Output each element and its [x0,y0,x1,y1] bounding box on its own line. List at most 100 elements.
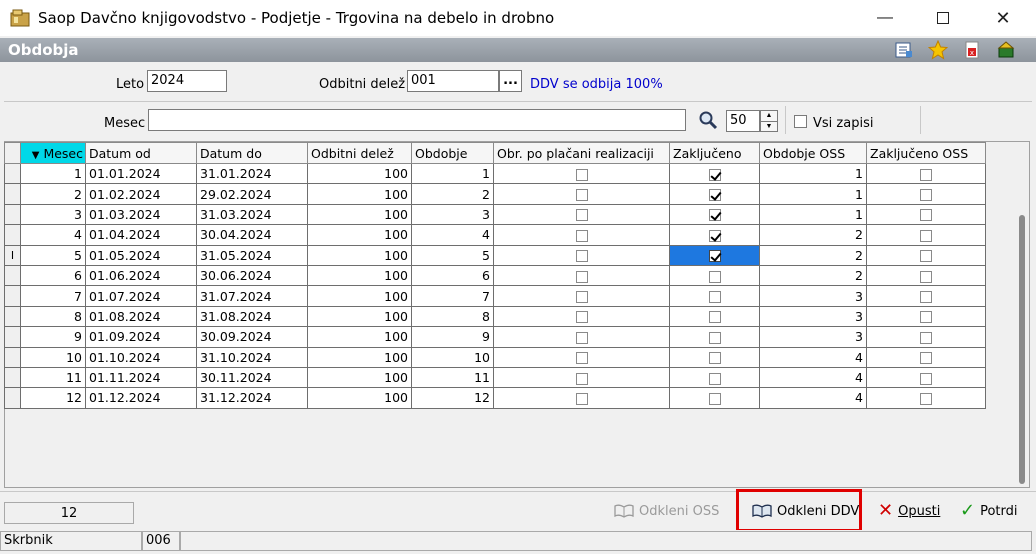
cell-obdobje-oss[interactable]: 4 [759,366,867,389]
column-header-odbitni-delez[interactable]: Odbitni delež [307,142,412,164]
checkbox[interactable] [708,229,721,242]
cell-obdobje[interactable]: 8 [411,305,494,328]
cell-datum-do[interactable]: 29.02.2024 [196,183,308,205]
cell-obdobje[interactable]: 9 [411,326,494,348]
cell-odbitni-delez[interactable]: 100 [307,387,412,409]
table-row[interactable]: 3 01.03.2024 31.03.2024 100 3 1 [4,203,986,226]
cell-zakljuceno-oss-checkbox[interactable] [866,366,986,389]
cell-mesec[interactable]: 9 [20,326,86,348]
checkbox[interactable] [575,189,588,202]
column-header-obr-po-placani[interactable]: Obr. po plačani realizaciji [493,142,670,164]
cell-mesec[interactable]: 7 [20,285,86,307]
checkbox[interactable] [920,352,932,365]
cell-odbitni-delez[interactable]: 100 [307,326,412,348]
cell-odbitni-delez[interactable]: 100 [307,162,412,185]
cell-obdobje-oss[interactable]: 3 [759,285,867,307]
cell-datum-do[interactable]: 30.09.2024 [196,326,308,348]
checkbox[interactable] [708,311,721,324]
checkbox[interactable] [575,352,588,365]
checkbox[interactable] [708,168,721,181]
checkbox[interactable] [708,250,721,263]
cell-obdobje-oss[interactable]: 2 [759,264,867,287]
checkbox[interactable] [708,352,721,365]
cell-obdobje[interactable]: 7 [411,285,494,307]
checkbox[interactable] [575,250,588,263]
cell-zakljuceno-oss-checkbox[interactable] [866,346,986,368]
row-indicator[interactable]: I [4,244,21,266]
cell-odbitni-delez[interactable]: 100 [307,183,412,205]
row-indicator[interactable] [4,387,21,409]
cell-obdobje[interactable]: 5 [411,244,494,266]
cell-mesec[interactable]: 2 [20,183,86,205]
cell-datum-do[interactable]: 30.11.2024 [196,366,308,389]
cell-obdobje[interactable]: 4 [411,224,494,246]
cell-obr-checkbox[interactable] [493,387,670,409]
cell-obdobje-oss[interactable]: 1 [759,183,867,205]
checkbox[interactable] [920,372,932,385]
cell-obdobje[interactable]: 2 [411,183,494,205]
cell-zakljuceno-oss-checkbox[interactable] [866,326,986,348]
checkbox[interactable] [920,229,932,242]
column-header-zakljuceno[interactable]: Zaključeno [669,142,760,164]
cell-zakljuceno-oss-checkbox[interactable] [866,203,986,226]
cell-obdobje[interactable]: 10 [411,346,494,368]
cell-obdobje-oss[interactable]: 2 [759,244,867,266]
cell-obdobje-oss[interactable]: 1 [759,203,867,226]
list-settings-icon[interactable] [894,40,914,60]
cell-zakljuceno-checkbox[interactable] [669,183,760,205]
cell-datum-od[interactable]: 01.05.2024 [85,244,197,266]
cell-zakljuceno-checkbox[interactable] [669,305,760,328]
checkbox[interactable] [575,372,588,385]
cell-obdobje[interactable]: 1 [411,162,494,185]
checkbox[interactable] [708,372,721,385]
checkbox[interactable] [708,270,721,283]
cell-zakljuceno-checkbox[interactable] [669,203,760,226]
table-row[interactable]: 8 01.08.2024 31.08.2024 100 8 3 [4,305,986,328]
table-row[interactable]: 10 01.10.2024 31.10.2024 100 10 4 [4,346,986,368]
checkbox[interactable] [575,392,588,405]
cell-obr-checkbox[interactable] [493,162,670,185]
cell-obr-checkbox[interactable] [493,285,670,307]
cell-obr-checkbox[interactable] [493,346,670,368]
cell-odbitni-delez[interactable]: 100 [307,305,412,328]
cell-mesec[interactable]: 1 [20,162,86,185]
cell-zakljuceno-checkbox[interactable] [669,244,760,266]
cell-obr-checkbox[interactable] [493,264,670,287]
checkbox[interactable] [920,392,932,405]
cell-zakljuceno-oss-checkbox[interactable] [866,162,986,185]
cell-odbitni-delez[interactable]: 100 [307,264,412,287]
vsi-zapisi-checkbox[interactable] [794,115,807,128]
row-indicator[interactable] [4,183,21,205]
cell-obdobje-oss[interactable]: 3 [759,305,867,328]
close-button[interactable]: ✕ [980,0,1026,36]
cell-odbitni-delez[interactable]: 100 [307,244,412,266]
exit-door-icon[interactable] [996,40,1016,60]
checkbox[interactable] [920,291,932,304]
cell-datum-od[interactable]: 01.11.2024 [85,366,197,389]
cell-datum-od[interactable]: 01.09.2024 [85,326,197,348]
cell-datum-do[interactable]: 31.08.2024 [196,305,308,328]
cell-obdobje[interactable]: 3 [411,203,494,226]
opusti-button[interactable]: ✕ Opusti [878,499,940,523]
cell-obdobje-oss[interactable]: 2 [759,224,867,246]
cell-datum-od[interactable]: 01.07.2024 [85,285,197,307]
mesec-search-input[interactable] [148,109,686,131]
cell-mesec[interactable]: 8 [20,305,86,328]
cell-odbitni-delez[interactable]: 100 [307,366,412,389]
row-indicator[interactable] [4,346,21,368]
cell-mesec[interactable]: 11 [20,366,86,389]
checkbox[interactable] [575,168,588,181]
cell-obdobje-oss[interactable]: 4 [759,387,867,409]
cell-obr-checkbox[interactable] [493,326,670,348]
odkleni-oss-button[interactable]: Odkleni OSS [614,499,719,523]
cell-odbitni-delez[interactable]: 100 [307,346,412,368]
cell-mesec[interactable]: 5 [20,244,86,266]
row-indicator[interactable] [4,162,21,185]
table-row[interactable]: 12 01.12.2024 31.12.2024 100 12 4 [4,387,986,409]
column-header-datum-od[interactable]: Datum od [85,142,197,164]
checkbox[interactable] [920,250,932,263]
cell-zakljuceno-oss-checkbox[interactable] [866,224,986,246]
checkbox[interactable] [920,270,932,283]
table-row[interactable]: 9 01.09.2024 30.09.2024 100 9 3 [4,326,986,348]
vertical-scrollbar-thumb[interactable] [1019,215,1025,484]
